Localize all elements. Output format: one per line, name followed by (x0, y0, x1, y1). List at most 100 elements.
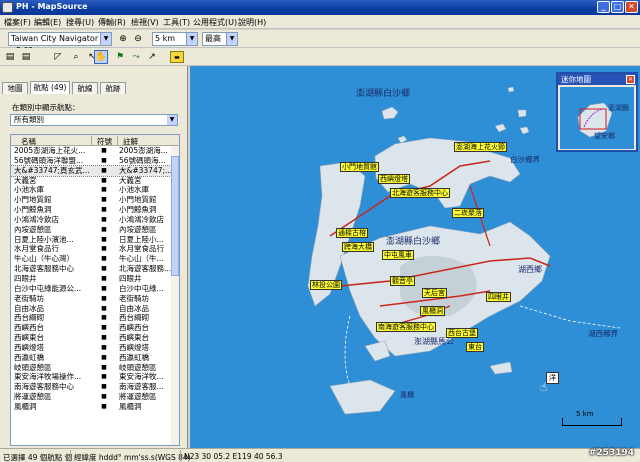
map-product-select[interactable]: Taiwan City Navigator v8.01 ▼ (8, 32, 112, 55)
table-row[interactable]: 2005澎湖海上花火... ■ 2005澎湖海... (11, 146, 173, 156)
menu-view[interactable]: 檢視(V) (131, 17, 159, 28)
waypoint-comment: 水月堂食品行 (119, 244, 164, 254)
waypoint-marker[interactable]: 天后宮 (422, 288, 447, 298)
send-to-device-icon[interactable]: ▤ (20, 51, 32, 63)
waypoint-marker[interactable]: 西嶼燈塔 (378, 174, 410, 184)
waypoint-name: 西瀛虹橋 (14, 352, 44, 362)
scrollbar-thumb[interactable] (171, 156, 179, 276)
measure-tool-icon[interactable]: ▬ (170, 51, 184, 63)
waypoint-marker[interactable]: 通樑古榕 (336, 228, 368, 238)
zoom-tool-icon[interactable]: ◸ (52, 51, 64, 63)
table-row[interactable]: 56號碼頭海洋聯盟... ■ 56號碼頭海... (11, 156, 173, 166)
waypoint-symbol-icon: ■ (101, 324, 107, 332)
mini-map-window[interactable]: 迷你地圖 ✕ 澎湖縣 望安鄉 (556, 72, 638, 152)
waypoint-marker[interactable]: 中屯風車 (382, 250, 414, 260)
tab-tracks[interactable]: 航跡 (100, 82, 126, 94)
table-row[interactable]: 西瀛虹橋 ■ 西瀛虹橋 (11, 353, 173, 363)
table-row[interactable]: 西嶼東台 ■ 西嶼東台 (11, 333, 173, 343)
tab-maps[interactable]: 地圖 (2, 82, 28, 94)
menu-utilities[interactable]: 公用程式(U) (193, 17, 237, 28)
table-row[interactable]: 小鴻鴻冷飲店 ■ 小鴻鴻冷飲店 (11, 215, 173, 225)
receive-from-device-icon[interactable]: ▤ (4, 51, 16, 63)
table-row[interactable]: 風櫃洞 ■ 風櫃洞 (11, 402, 173, 412)
table-row[interactable]: 東安海洋牧場操作... ■ 東安海洋牧... (11, 372, 173, 382)
mini-map-view[interactable]: 澎湖縣 望安鄉 (560, 87, 634, 149)
waypoint-marker[interactable]: 澎湖海上花火節 (454, 142, 507, 152)
menu-transfer[interactable]: 傳輸(R) (98, 17, 126, 28)
table-row[interactable]: 小池水庫 ■ 小池水庫 (11, 185, 173, 195)
table-row[interactable]: 西台綱砌 ■ 西台綱砌 (11, 313, 173, 323)
table-row[interactable]: 牛心山（牛心灣） ■ 牛心山（牛... (11, 254, 173, 264)
waypoint-marker[interactable]: 跨海大橋 (342, 242, 374, 252)
column-divider[interactable] (91, 136, 92, 145)
mini-map-label: 望安鄉 (594, 132, 615, 140)
waypoint-symbol-icon: ■ (101, 353, 107, 361)
table-row[interactable]: 白沙中屯綠能源公... ■ 白沙中屯綠... (11, 284, 173, 294)
table-row[interactable]: 老街騎坊 ■ 老街騎坊 (11, 294, 173, 304)
magnifier-tool-icon[interactable]: ⌕ (70, 51, 82, 63)
waypoint-name: 內垵遊憩區 (14, 224, 52, 234)
waypoint-symbol-icon: ■ (101, 334, 107, 342)
table-row[interactable]: 四眼井 ■ 四眼井 (11, 274, 173, 284)
menu-file[interactable]: 檔案(F) (4, 17, 31, 28)
table-row[interactable]: 水月堂食品行 ■ 水月堂食品行 (11, 244, 173, 254)
waypoint-marker[interactable]: 風櫃洞 (420, 306, 445, 316)
zoom-out-icon[interactable]: ⊖ (132, 33, 144, 45)
table-row[interactable]: 大&#33747;頁玄武... ■ 大&#33747;... (11, 164, 174, 177)
status-bar: 已選擇 49 個航點 個 經緯度 hddd° mm'ss.s(WGS 84) N… (0, 448, 640, 462)
waypoint-comment: 西台綱砌 (119, 313, 149, 323)
table-row[interactable]: 北海遊客服務中心 ■ 北海遊客服務... (11, 264, 173, 274)
tab-waypoints[interactable]: 航點 (49) (30, 81, 70, 94)
waypoint-marker[interactable]: 西台古堡 (446, 328, 478, 338)
table-row[interactable]: 內垵遊憩區 ■ 內垵遊憩區 (11, 225, 173, 235)
mini-map-title: 迷你地圖 (558, 74, 636, 85)
waypoint-marker[interactable]: 林投公園 (310, 280, 342, 290)
waypoint-marker[interactable]: 小門地質館 (340, 162, 379, 172)
detail-level-select[interactable]: 最高 ▼ (202, 32, 238, 46)
table-row[interactable]: 南海遊客服務中心 ■ 南海遊客服... (11, 382, 173, 392)
table-row[interactable]: 小門地質館 ■ 小門地質館 (11, 195, 173, 205)
waypoint-name: 風櫃洞 (14, 401, 37, 411)
menu-edit[interactable]: 編輯(E) (34, 17, 61, 28)
close-icon[interactable]: ✕ (626, 75, 635, 84)
waypoint-comment: 老街騎坊 (119, 293, 149, 303)
waypoint-symbol-icon: ■ (101, 206, 107, 214)
waypoint-marker[interactable]: 南海遊客服務中心 (376, 322, 436, 332)
waypoint-marker[interactable]: 二崁聚落 (452, 208, 484, 218)
table-row[interactable]: 西嶼燈塔 ■ 西嶼燈塔 (11, 343, 173, 353)
waypoint-symbol-icon: ■ (101, 255, 107, 263)
table-row[interactable]: 大義宮 ■ 大義宮 (11, 176, 173, 186)
menu-help[interactable]: 說明(H) (238, 17, 266, 28)
list-scrollbar[interactable] (171, 146, 179, 445)
hand-tool-icon[interactable]: ✋ (94, 50, 108, 64)
menu-tools[interactable]: 工具(T) (163, 17, 190, 28)
waypoint-marker[interactable]: 東台 (466, 342, 484, 352)
maximize-button[interactable]: □ (611, 1, 624, 13)
waypoint-comment: 小池水庫 (119, 185, 149, 195)
waypoint-marker[interactable]: 北海遊客服務中心 (390, 188, 450, 198)
table-row[interactable]: 自由冰品 ■ 自由冰品 (11, 304, 173, 314)
table-row[interactable]: 小門鯨魚洞 ■ 小門鯨魚洞 (11, 205, 173, 215)
tab-routes[interactable]: 航線 (72, 82, 98, 94)
route-tool-icon[interactable]: ⤳ (130, 51, 142, 63)
waypoint-comment: 南海遊客服... (119, 382, 164, 392)
waypoint-name: 小門鯨魚洞 (14, 205, 52, 215)
waypoint-symbol-icon: ■ (101, 245, 107, 253)
minimize-button[interactable]: _ (597, 1, 610, 13)
table-row[interactable]: 將運遊憩區 ■ 將運遊憩區 (11, 392, 173, 402)
table-row[interactable]: 岐頭遊憩區 ■ 岐頭遊憩區 (11, 363, 173, 373)
table-row[interactable]: 西嶼西台 ■ 西嶼西台 (11, 323, 173, 333)
waypoint-symbol-icon: ■ (101, 373, 107, 381)
column-divider[interactable] (117, 136, 118, 145)
close-button[interactable]: ✕ (625, 1, 638, 13)
category-filter-select[interactable]: 所有類別 ▼ (10, 114, 178, 126)
zoom-in-icon[interactable]: ⊕ (117, 33, 129, 45)
track-tool-icon[interactable]: ↗ (146, 51, 158, 63)
table-row[interactable]: 日夏上陸小濱池... ■ 日夏上陸小... (11, 235, 173, 245)
waypoint-marker[interactable]: 觀音亭 (390, 276, 415, 286)
waypoint-tool-icon[interactable]: ⚑ (114, 51, 126, 63)
menu-search[interactable]: 搜尋(U) (66, 17, 94, 28)
detail-level-value: 最高 (205, 34, 221, 43)
waypoint-marker[interactable]: 四眼井 (486, 292, 511, 302)
zoom-scale-select[interactable]: 5 km ▼ (152, 32, 198, 46)
